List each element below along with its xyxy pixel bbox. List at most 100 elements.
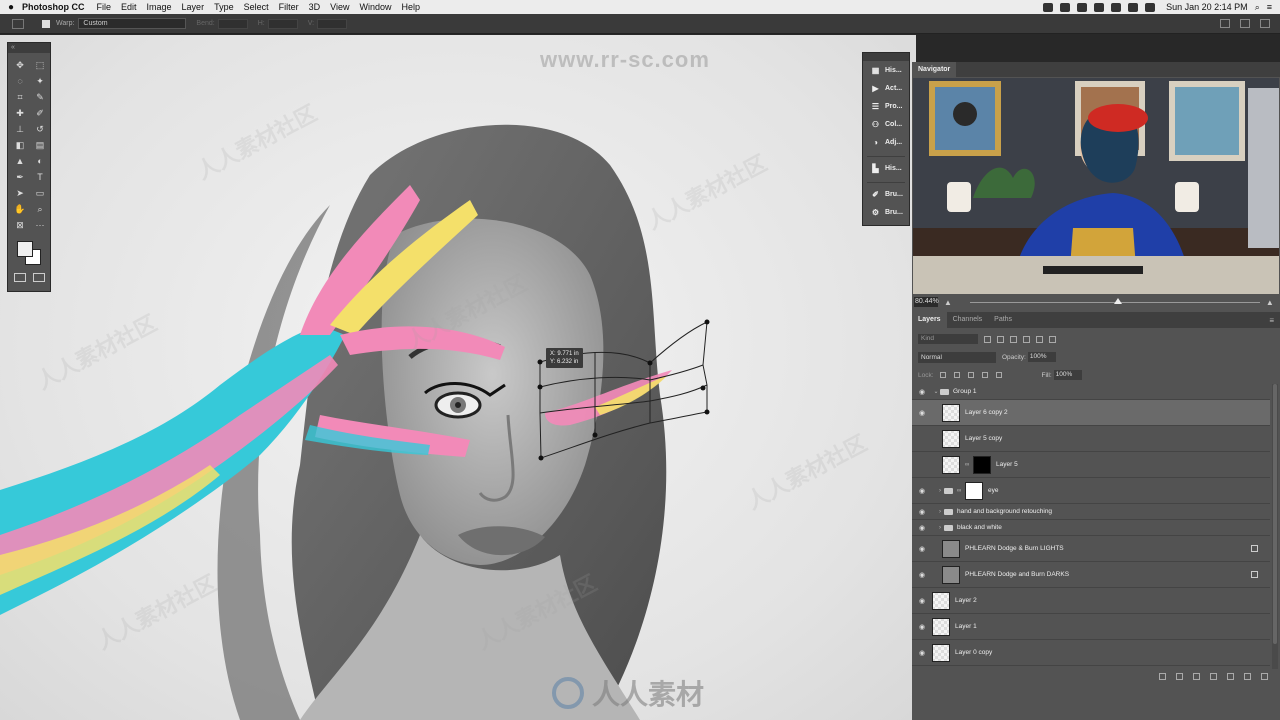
new-adjustment-icon[interactable] bbox=[1210, 672, 1217, 680]
menu-select[interactable]: Select bbox=[244, 2, 269, 12]
status-icon[interactable] bbox=[1060, 2, 1071, 12]
dock-histogram[interactable]: ▙ His... bbox=[863, 159, 909, 177]
visibility-eye-icon[interactable]: ◉ bbox=[912, 461, 932, 469]
dock-actions[interactable]: ▶ Act... bbox=[863, 79, 909, 97]
layer-row[interactable]: ◉ Layer 0 copy bbox=[912, 640, 1270, 666]
status-icon[interactable] bbox=[1111, 2, 1122, 12]
menu-edit[interactable]: Edit bbox=[121, 2, 137, 12]
document-canvas[interactable]: 人人素材社区 人人素材社区 人人素材社区 人人素材社区 人人素材社区 人人素材社… bbox=[0, 35, 916, 720]
visibility-eye-icon[interactable]: ◉ bbox=[912, 597, 932, 605]
new-layer-icon[interactable] bbox=[1244, 672, 1251, 680]
filter-smart-object-icon[interactable] bbox=[1036, 335, 1043, 343]
lasso-tool-icon[interactable]: ◌ bbox=[10, 73, 30, 89]
menu-type[interactable]: Type bbox=[214, 2, 234, 12]
status-icon[interactable] bbox=[1077, 2, 1088, 12]
visibility-eye-icon[interactable]: ◉ bbox=[912, 388, 932, 396]
menu-image[interactable]: Image bbox=[147, 2, 172, 12]
hand-tool-icon[interactable]: ✋ bbox=[10, 201, 30, 217]
visibility-eye-icon[interactable]: ◉ bbox=[912, 524, 932, 532]
spotlight-icon[interactable]: ⌕ bbox=[1255, 2, 1260, 13]
share-icon[interactable] bbox=[1260, 19, 1270, 28]
layer-row[interactable]: ◉ PHLEARN Dodge and Burn DARKS bbox=[912, 562, 1270, 588]
blur-tool-icon[interactable]: ▲ bbox=[10, 153, 30, 169]
tab-channels[interactable]: Channels bbox=[947, 312, 989, 328]
expand-arrow-icon[interactable]: › bbox=[936, 525, 944, 531]
dodge-tool-icon[interactable]: ◐ bbox=[30, 153, 50, 169]
layer-style-icon[interactable] bbox=[1176, 672, 1183, 680]
visibility-eye-icon[interactable]: ◉ bbox=[912, 409, 932, 417]
layer-row[interactable]: ◉ › ∞ eye bbox=[912, 478, 1270, 504]
visibility-eye-icon[interactable]: ◉ bbox=[912, 487, 932, 495]
menu-file[interactable]: File bbox=[97, 2, 112, 12]
visibility-eye-icon[interactable]: ◉ bbox=[912, 435, 932, 443]
filter-toggle-icon[interactable] bbox=[1049, 335, 1056, 343]
dock-brushes[interactable]: ✐ Bru... bbox=[863, 185, 909, 203]
zoom-in-icon[interactable]: ▲ bbox=[1266, 298, 1274, 307]
menubar-clock[interactable]: Sun Jan 20 2:14 PM bbox=[1166, 2, 1248, 12]
layer-row[interactable]: ◉ PHLEARN Dodge & Burn LIGHTS bbox=[912, 536, 1270, 562]
mask-link-icon[interactable]: ∞ bbox=[965, 462, 971, 468]
brush-tool-icon[interactable]: ✐ bbox=[30, 105, 50, 121]
visibility-eye-icon[interactable]: ◉ bbox=[912, 571, 932, 579]
transform-checkbox[interactable] bbox=[42, 19, 50, 28]
crop-tool-icon[interactable]: ⌗ bbox=[10, 89, 30, 105]
lock-pixels-icon[interactable] bbox=[953, 372, 960, 378]
dock-properties[interactable]: ☰ Pro... bbox=[863, 97, 909, 115]
zoom-out-icon[interactable]: ▲ bbox=[944, 298, 952, 307]
warp-dropdown[interactable]: Custom bbox=[78, 18, 187, 29]
tab-paths[interactable]: Paths bbox=[988, 312, 1018, 328]
layer-row[interactable]: ◉ Layer 5 copy bbox=[912, 426, 1270, 452]
lock-transparent-icon[interactable] bbox=[939, 372, 946, 378]
scrollbar-thumb[interactable] bbox=[1273, 384, 1277, 644]
bend-field[interactable] bbox=[217, 18, 248, 29]
tools-header[interactable]: « bbox=[8, 43, 50, 53]
filter-adjustment-icon[interactable] bbox=[997, 335, 1004, 343]
lock-artboard-icon[interactable] bbox=[981, 372, 988, 378]
lock-position-icon[interactable] bbox=[967, 372, 974, 378]
menu-layer[interactable]: Layer bbox=[182, 2, 205, 12]
menu-view[interactable]: View bbox=[330, 2, 349, 12]
lock-all-icon[interactable] bbox=[995, 372, 1002, 378]
zoom-percent-field[interactable]: 80.44% bbox=[914, 297, 939, 307]
dock-color[interactable]: ⚇ Col... bbox=[863, 115, 909, 133]
tab-layers[interactable]: Layers bbox=[912, 312, 947, 328]
cloud-icon[interactable] bbox=[1094, 2, 1105, 12]
wifi-icon[interactable] bbox=[1145, 2, 1156, 12]
zoom-slider-knob[interactable] bbox=[1113, 297, 1122, 304]
type-tool-icon[interactable]: T bbox=[30, 169, 50, 185]
path-selection-icon[interactable]: ➤ bbox=[10, 185, 30, 201]
layer-mask-thumbnail[interactable] bbox=[973, 455, 991, 474]
dock-brush-settings[interactable]: ⚙ Bru... bbox=[863, 203, 909, 221]
layer-row[interactable]: ◉ › hand and background retouching bbox=[912, 504, 1270, 520]
app-menu[interactable]: Photoshop CC bbox=[22, 2, 85, 12]
move-tool-icon[interactable]: ✥ bbox=[10, 57, 30, 73]
visibility-eye-icon[interactable]: ◉ bbox=[912, 545, 932, 553]
expand-arrow-icon[interactable]: › bbox=[936, 509, 944, 515]
layer-row[interactable]: ◉ Layer 2 bbox=[912, 588, 1270, 614]
menu-3d[interactable]: 3D bbox=[309, 2, 321, 12]
zoom-tool-icon[interactable]: ⌕ bbox=[30, 201, 50, 217]
dock-adjustments[interactable]: ◑ Adj... bbox=[863, 133, 909, 151]
search-icon[interactable] bbox=[1220, 19, 1230, 28]
airplay-icon[interactable] bbox=[1128, 2, 1139, 12]
gradient-tool-icon[interactable]: ▤ bbox=[30, 137, 50, 153]
filter-kind-dropdown[interactable]: Kind bbox=[918, 334, 978, 344]
filter-shape-icon[interactable] bbox=[1023, 335, 1030, 343]
apple-menu-icon[interactable]: ● bbox=[0, 2, 22, 13]
tab-navigator[interactable]: Navigator bbox=[912, 62, 957, 77]
blend-mode-dropdown[interactable]: Normal bbox=[918, 351, 996, 363]
new-group-icon[interactable] bbox=[1227, 672, 1234, 680]
dock-header[interactable] bbox=[863, 53, 909, 61]
delete-layer-icon[interactable] bbox=[1261, 672, 1268, 680]
eyedropper-tool-icon[interactable]: ✎ bbox=[30, 89, 50, 105]
visibility-eye-icon[interactable]: ◉ bbox=[912, 508, 932, 516]
menu-filter[interactable]: Filter bbox=[279, 2, 299, 12]
pen-tool-icon[interactable]: ✒ bbox=[10, 169, 30, 185]
eraser-tool-icon[interactable]: ◧ bbox=[10, 137, 30, 153]
layer-row[interactable]: ◉ ∞ Layer 5 bbox=[912, 452, 1270, 478]
layers-scrollbar[interactable] bbox=[1272, 384, 1278, 669]
layer-row[interactable]: ◉ ⌄ Group 1 bbox=[912, 384, 1270, 400]
notification-center-icon[interactable]: ≡ bbox=[1267, 2, 1272, 12]
link-layers-icon[interactable] bbox=[1159, 672, 1166, 680]
panel-menu-icon[interactable]: ≡ bbox=[1269, 316, 1274, 325]
